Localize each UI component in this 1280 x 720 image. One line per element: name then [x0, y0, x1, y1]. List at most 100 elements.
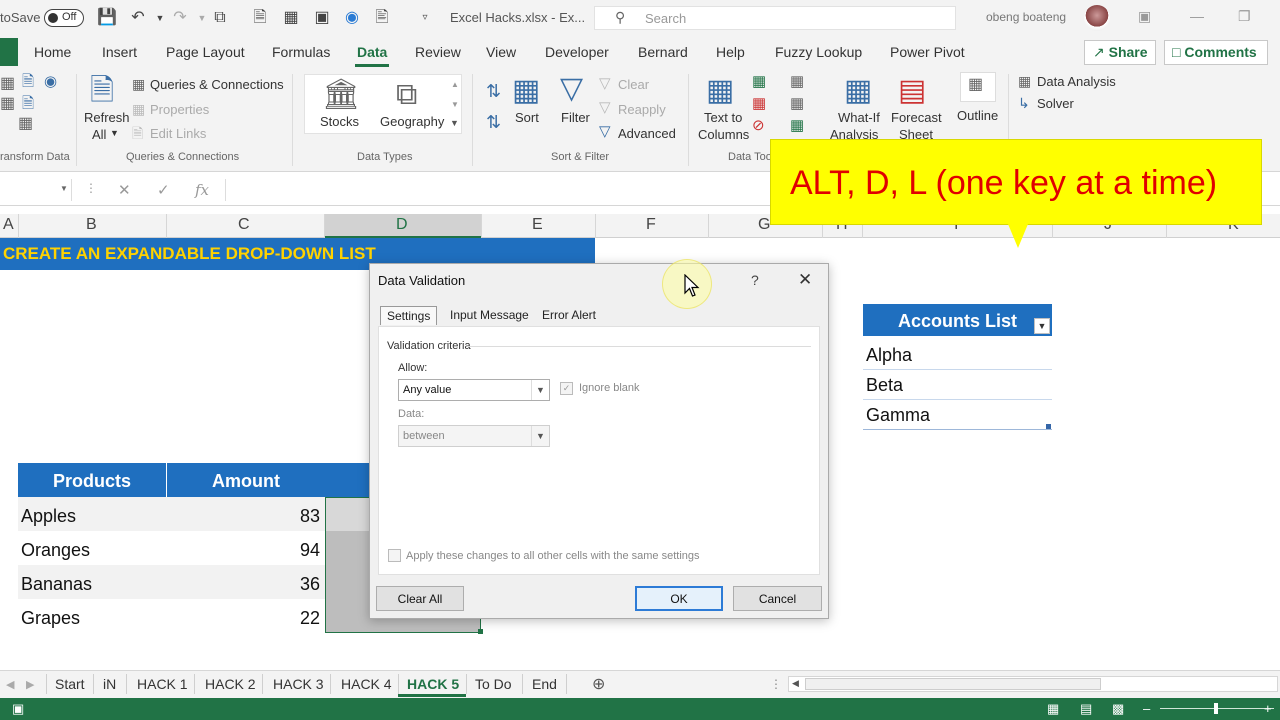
- tab-settings[interactable]: Settings: [380, 306, 438, 325]
- geography-icon[interactable]: ⧉: [396, 80, 417, 110]
- allow-select[interactable]: Any value ▼: [398, 379, 550, 401]
- enter-entry-icon[interactable]: ✓: [157, 181, 170, 199]
- product-cell[interactable]: Grapes: [21, 608, 80, 629]
- page-layout-view-icon[interactable]: ▤: [1080, 701, 1092, 717]
- reapply-button[interactable]: Reapply: [618, 102, 666, 117]
- column-header-d[interactable]: D: [396, 216, 408, 234]
- sheet-tab-hack-3[interactable]: HACK 3: [273, 676, 324, 692]
- column-header-f[interactable]: F: [646, 216, 656, 234]
- forecast-sheet-icon[interactable]: ▤: [898, 76, 926, 106]
- save-icon[interactable]: 💾: [97, 8, 117, 28]
- horizontal-scroll-thumb[interactable]: [805, 678, 1101, 690]
- queries-connections-button[interactable]: Queries & Connections: [150, 77, 284, 92]
- sheet-tab-hack-1[interactable]: HACK 1: [137, 676, 188, 692]
- help-icon[interactable]: ?: [751, 272, 759, 288]
- chevron-down-icon[interactable]: ▼: [110, 128, 119, 138]
- remove-duplicates-icon[interactable]: ▦: [752, 96, 766, 111]
- from-text-icon[interactable]: 🗎: [22, 74, 34, 89]
- refresh-all-label[interactable]: Refresh: [84, 110, 130, 125]
- filter-dropdown-icon[interactable]: ▼: [1034, 318, 1050, 334]
- clear-all-button[interactable]: Clear All: [376, 586, 464, 611]
- column-header-g[interactable]: G: [758, 216, 770, 234]
- properties-button[interactable]: Properties: [150, 102, 209, 117]
- data-select[interactable]: between ▼: [398, 425, 550, 447]
- format-painter-icon[interactable]: ⧉: [210, 8, 230, 28]
- tab-help[interactable]: Help: [716, 44, 745, 60]
- tab-bernard[interactable]: Bernard: [638, 44, 688, 60]
- sheet-tab-hack-2[interactable]: HACK 2: [205, 676, 256, 692]
- tab-fuzzy-lookup[interactable]: Fuzzy Lookup: [775, 44, 862, 60]
- what-if-analysis-icon[interactable]: ▦: [844, 76, 872, 106]
- flash-fill-icon[interactable]: ▦: [752, 74, 766, 89]
- print-preview-icon[interactable]: 🗎: [250, 8, 270, 28]
- table-header-amount[interactable]: Amount: [167, 463, 325, 497]
- tab-split-grip-icon[interactable]: ⋮: [770, 677, 782, 691]
- sheet-tab-hack-5[interactable]: HACK 5: [407, 676, 459, 692]
- table-resize-handle[interactable]: [1046, 424, 1051, 429]
- sheet-tab-start[interactable]: Start: [55, 676, 85, 692]
- customize-toolbar-icon[interactable]: ▿: [415, 8, 435, 28]
- refresh-all-label-2[interactable]: All: [92, 127, 106, 142]
- clear-button[interactable]: Clear: [618, 77, 649, 92]
- tab-error-alert[interactable]: Error Alert: [536, 306, 602, 324]
- restore-icon[interactable]: ❐: [1238, 8, 1251, 25]
- gallery-down-icon[interactable]: ▼: [451, 100, 459, 109]
- comments-button[interactable]: □ Comments: [1164, 40, 1268, 65]
- sheet-tab-hack-4[interactable]: HACK 4: [341, 676, 392, 692]
- sheet-tab-end[interactable]: End: [532, 676, 557, 692]
- text-to-columns-label-2[interactable]: Columns: [698, 127, 749, 142]
- minimize-icon[interactable]: —: [1190, 8, 1204, 24]
- add-sheet-icon[interactable]: ⊕: [592, 674, 605, 694]
- apply-all-checkbox[interactable]: [388, 549, 401, 562]
- sheet-nav-right-icon[interactable]: ▶: [26, 678, 34, 691]
- accounts-list-header[interactable]: Accounts List: [863, 304, 1052, 336]
- table-header-d[interactable]: [325, 463, 369, 497]
- product-cell[interactable]: Apples: [21, 506, 76, 527]
- zoom-out-icon[interactable]: –: [1143, 701, 1150, 716]
- tab-review[interactable]: Review: [415, 44, 461, 60]
- account-item[interactable]: Beta: [866, 375, 903, 396]
- share-button[interactable]: ↗ Share: [1084, 40, 1156, 65]
- outline-icon[interactable]: ▦: [968, 77, 983, 93]
- chevron-down-icon[interactable]: ▼: [60, 184, 68, 193]
- cancel-button[interactable]: Cancel: [733, 586, 822, 611]
- camera-icon[interactable]: ▣: [312, 8, 332, 28]
- product-cell[interactable]: Oranges: [21, 540, 90, 561]
- consolidate-icon[interactable]: ▦: [790, 74, 804, 89]
- geography-button[interactable]: Geography: [380, 114, 444, 129]
- stocks-icon[interactable]: 🏛: [322, 80, 360, 110]
- account-item[interactable]: Gamma: [866, 405, 930, 426]
- amount-cell[interactable]: 83: [300, 506, 320, 527]
- sort-icon[interactable]: ▦: [512, 76, 540, 106]
- solver-button[interactable]: Solver: [1037, 96, 1074, 111]
- sort-button[interactable]: Sort: [515, 110, 539, 125]
- table-icon[interactable]: ▦: [281, 8, 301, 28]
- tab-input-message[interactable]: Input Message: [444, 306, 535, 324]
- undo-icon[interactable]: ↶: [128, 8, 148, 28]
- recent-sources-icon[interactable]: 🗎: [22, 96, 34, 111]
- text-to-columns-icon[interactable]: ▦: [706, 76, 734, 106]
- normal-view-icon[interactable]: ▦: [1047, 701, 1059, 717]
- gallery-up-icon[interactable]: ▲: [451, 80, 459, 89]
- search-box[interactable]: ⚲ Search: [594, 6, 956, 30]
- close-icon[interactable]: ✕: [798, 270, 812, 290]
- edit-links-button[interactable]: Edit Links: [150, 126, 206, 141]
- text-to-columns-label[interactable]: Text to: [704, 110, 742, 125]
- get-data-icon[interactable]: ▦: [0, 76, 15, 92]
- page-break-view-icon[interactable]: ▩: [1112, 701, 1124, 717]
- tab-view[interactable]: View: [486, 44, 516, 60]
- tab-data[interactable]: Data: [357, 44, 387, 60]
- gallery-more-icon[interactable]: ▼: [450, 118, 459, 128]
- table-header-products[interactable]: Products: [18, 463, 166, 497]
- avatar[interactable]: [1084, 5, 1110, 31]
- macro-record-icon[interactable]: ▣: [12, 701, 24, 717]
- ribbon-display-icon[interactable]: ▣: [1138, 8, 1151, 25]
- forecast-label[interactable]: Forecast: [891, 110, 942, 125]
- refresh-all-icon[interactable]: 🗎: [90, 76, 114, 106]
- filter-icon[interactable]: ▽: [560, 74, 583, 104]
- relationships-icon[interactable]: ▦: [790, 96, 804, 111]
- chevron-down-icon[interactable]: ▼: [531, 426, 549, 446]
- globe-icon[interactable]: ◉: [342, 8, 362, 28]
- column-header-e[interactable]: E: [532, 216, 543, 234]
- tab-insert[interactable]: Insert: [102, 44, 137, 60]
